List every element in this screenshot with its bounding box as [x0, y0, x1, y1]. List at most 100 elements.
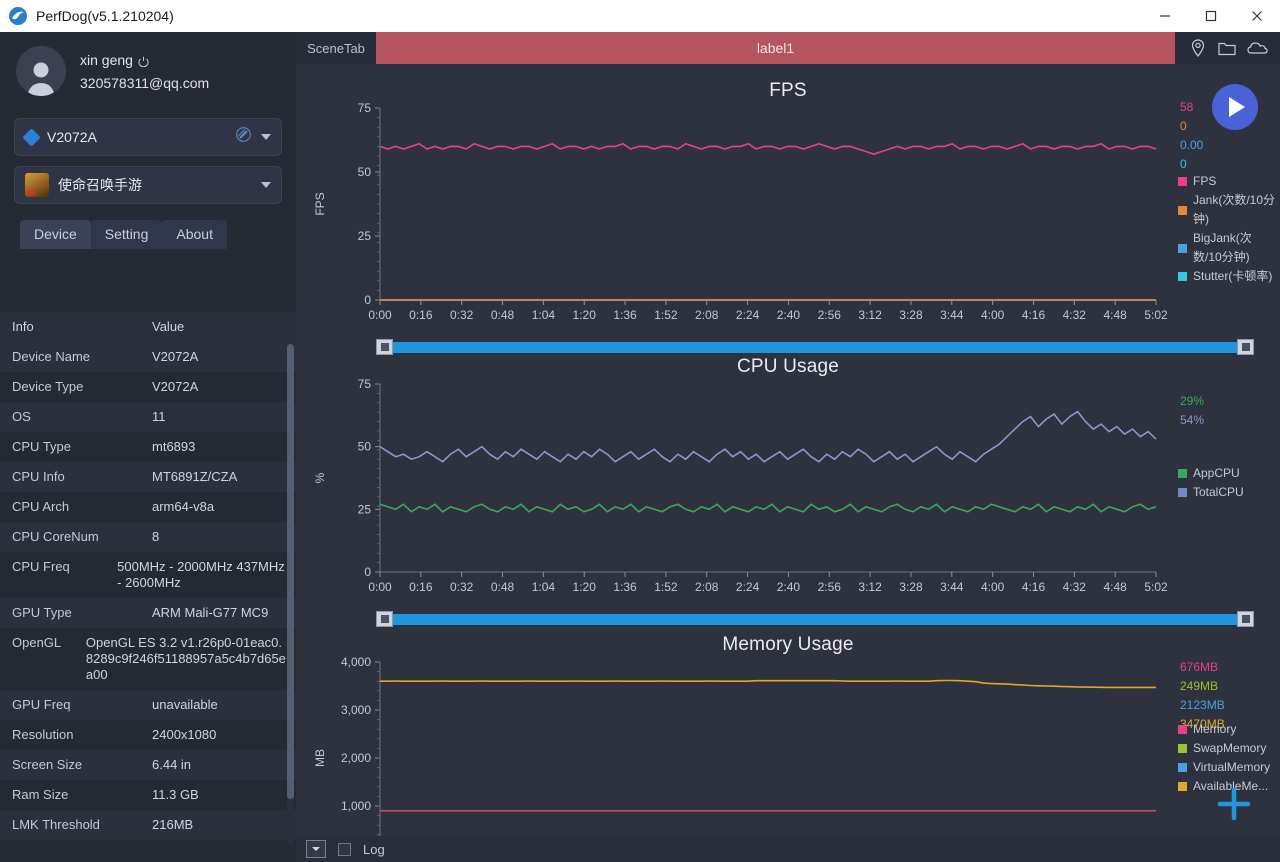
legend-item[interactable]: Memory [1178, 720, 1270, 739]
legend-item[interactable]: FPS [1178, 172, 1280, 191]
sidebar-scrollbar-thumb[interactable] [287, 344, 294, 799]
x-tick-label: 0:16 [409, 580, 433, 594]
table-cell-value: MT6891Z/CZA [152, 469, 238, 484]
tab-about-label: About [176, 226, 213, 242]
y-tick-label: 3,000 [341, 703, 371, 717]
y-tick-label: 50 [358, 440, 372, 454]
readout-value: 2123MB [1180, 698, 1225, 712]
chevron-down-icon[interactable] [261, 182, 271, 188]
table-cell-value: 8 [152, 529, 160, 544]
chart-readouts: 58 0 0.00 0 [1180, 98, 1203, 174]
device-selector[interactable]: V2072A [14, 118, 282, 156]
plot-area[interactable]: 0 25 50 75 FPS 0:00 0:16 0:32 0:48 1:04 1:20 1:36 1:… [296, 101, 1280, 334]
x-tick-label: 0:00 [368, 308, 392, 322]
y-tick-label: 0 [364, 293, 371, 307]
legend-label: BigJank(次数/10分钟) [1193, 231, 1252, 264]
table-cell-key: CPU Freq [12, 559, 70, 574]
x-tick-label: 1:20 [573, 580, 597, 594]
legend-item[interactable]: Stutter(卡顿率) [1178, 267, 1280, 286]
x-tick-label: 1:04 [532, 580, 556, 594]
table-cell-key: CPU CoreNum [12, 529, 99, 544]
play-button[interactable] [1212, 84, 1258, 130]
chevron-down-icon[interactable] [261, 134, 271, 140]
sidebar-scrollbar[interactable] [287, 344, 294, 844]
plot-area[interactable]: 01,0002,0003,0004,000MB0:000:160:320:481… [296, 655, 1280, 862]
table-cell-key: Resolution [12, 727, 74, 742]
legend-item[interactable]: SwapMemory [1178, 739, 1270, 758]
location-pin-icon[interactable] [1188, 38, 1208, 58]
scene-label-bar[interactable]: label1 [376, 32, 1175, 64]
x-tick-label: 2:56 [818, 580, 842, 594]
table-cell-key: Device Type [12, 379, 84, 394]
add-button[interactable] [1214, 784, 1254, 824]
table-cell-value: 11.3 GB [152, 787, 199, 802]
user-email: 320578311@qq.com [80, 74, 210, 91]
close-button[interactable] [1234, 0, 1280, 32]
x-tick-label: 1:36 [613, 580, 637, 594]
log-checkbox[interactable] [338, 842, 351, 856]
cloud-icon[interactable] [1247, 38, 1268, 58]
tab-device[interactable]: Device [20, 220, 91, 249]
sidebar-tabs: Device Setting About [20, 220, 296, 249]
maximize-button[interactable] [1188, 0, 1234, 32]
readout-value: 0.00 [1180, 138, 1204, 152]
app-selector-value: 使命召唤手游 [58, 177, 142, 193]
dropdown-icon[interactable] [306, 840, 326, 858]
legend-swatch [1178, 177, 1187, 186]
table-row: Device Type V2072A [0, 372, 296, 402]
legend-label: AppCPU [1193, 466, 1240, 480]
power-icon[interactable] [138, 54, 149, 68]
legend-swatch [1178, 763, 1187, 772]
scene-tab[interactable]: SceneTab [296, 32, 376, 64]
table-cell-key: LMK Threshold [12, 817, 100, 832]
legend-label: Stutter(卡顿率) [1193, 269, 1273, 283]
table-row: CPU CoreNum 8 [0, 522, 296, 552]
x-tick-label: 1:52 [654, 580, 678, 594]
table-cell-value: 2400x1080 [152, 727, 217, 742]
chart-title: FPS [769, 80, 807, 101]
legend-label: Memory [1193, 722, 1237, 736]
x-tick-label: 5:02 [1144, 308, 1168, 322]
legend-item[interactable]: VirtualMemory [1178, 758, 1270, 777]
x-tick-label: 0:48 [491, 580, 515, 594]
plot-area[interactable]: 0 25 50 75% 0:00 0:16 0:32 0:48 1:04 1:20 1:36 1:52… [296, 377, 1280, 606]
avatar-icon [16, 46, 66, 96]
legend-swatch [1178, 205, 1187, 215]
table-row: CPU Type mt6893 [0, 432, 296, 462]
x-tick-label: 0:48 [491, 308, 515, 322]
chart-3: Memory Usage01,0002,0003,0004,000MB0:000… [296, 624, 1280, 862]
chart-1: FPS 0 25 50 75 FPS 0:00 0:16 0:32 0:48 1:04 1:20 1:3… [296, 64, 1280, 355]
table-body: Device Name V2072A Device Type V2072A OS 11 CP… [0, 342, 296, 840]
user-name-row: xin geng [80, 52, 209, 68]
x-tick-label: 3:44 [940, 308, 964, 322]
tab-setting[interactable]: Setting [90, 220, 163, 249]
title-bar: PerfDog(v5.1.210204) [0, 0, 1280, 32]
usb-link-icon[interactable] [235, 126, 252, 148]
x-tick-label: 4:00 [981, 308, 1005, 322]
scene-bar: SceneTab label1 [296, 32, 1280, 64]
legend-swatch [1178, 782, 1187, 791]
folder-icon[interactable] [1217, 38, 1237, 58]
legend-item[interactable]: BigJank(次数/10分钟) [1178, 229, 1280, 267]
charts-container: FPS 0 25 50 75 FPS 0:00 0:16 0:32 0:48 1:04 1:20 1:3… [296, 64, 1280, 862]
x-tick-label: 2:08 [695, 580, 719, 594]
app-selector[interactable]: 使命召唤手游 [14, 166, 282, 204]
legend-label: SwapMemory [1193, 741, 1267, 755]
legend-item[interactable]: TotalCPU [1178, 483, 1244, 502]
header-info: Info [12, 319, 34, 334]
legend-label: VirtualMemory [1193, 760, 1271, 774]
table-cell-value: V2072A [152, 349, 199, 364]
table-row: CPU Info MT6891Z/CZA [0, 462, 296, 492]
legend-item[interactable]: AppCPU [1178, 464, 1244, 483]
app-icon [25, 173, 49, 197]
minimize-button[interactable] [1142, 0, 1188, 32]
x-tick-label: 4:48 [1103, 580, 1127, 594]
table-row: Ram Size 11.3 GB [0, 780, 296, 810]
y-tick-label: 75 [358, 102, 372, 115]
chart-2: CPU Usage 0 25 50 75% 0:00 0:16 0:32 0:48 1:04 1:2… [296, 346, 1280, 627]
legend-item[interactable]: Jank(次数/10分钟) [1178, 191, 1280, 229]
device-selector-value: V2072A [47, 129, 97, 145]
tab-about[interactable]: About [162, 220, 227, 249]
table-cell-value: V2072A [152, 379, 199, 394]
header-value: Value [152, 319, 185, 334]
